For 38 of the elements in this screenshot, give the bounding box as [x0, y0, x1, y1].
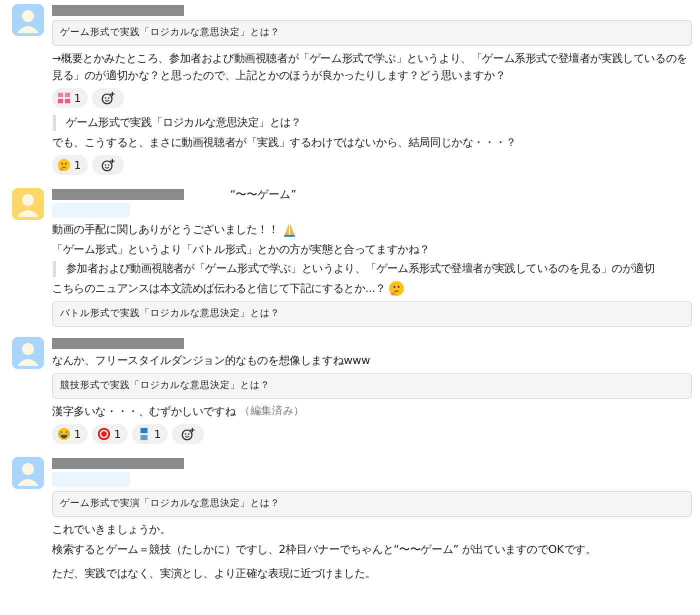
reaction-button[interactable]: 1: [52, 424, 88, 444]
message-text: 「ゲーム形式」というより「バトル形式」とかの方が実態と合ってますかね？: [52, 242, 432, 258]
emoji-icon: [57, 91, 71, 105]
edited-label: （編集済み）: [240, 404, 304, 419]
message-text: 漢字多いな・・・、むずかしいですね: [52, 404, 236, 420]
thinking-face-icon: [388, 280, 405, 297]
avatar[interactable]: [12, 4, 44, 36]
reaction-button[interactable]: 1: [92, 424, 128, 444]
add-reaction-button[interactable]: [92, 155, 124, 175]
smiley-plus-icon: [101, 91, 115, 105]
message-text: でも、こうすると、まさに動画視聴者が「実践」するわけではないから、結局同じかな・・・？: [52, 135, 518, 151]
message-text: →概要とかみたところ、参加者および動画視聴者が「ゲーム形式で学ぶ」というより、「ゲーム系形式で登壇者が実践しているのを見る」のが適切かな？と思ったので、上記とかのほうが良かったりします？どう思いますか？: [52, 51, 688, 84]
emoji-icon: [57, 427, 71, 441]
quote-text: ゲーム形式で実践「ロジカルな意思決定」とは？: [53, 115, 692, 131]
status-text: “〜〜ゲーム”: [230, 186, 296, 202]
avatar[interactable]: [12, 457, 44, 489]
emoji-icon: [57, 158, 71, 172]
reaction-button[interactable]: 1: [52, 88, 88, 108]
link-card[interactable]: ゲーム形式で実演「ロジカルな意思決定」とは？: [52, 491, 692, 517]
emoji-icon: [97, 427, 111, 441]
message-text: 検索するとゲーム＝競技（たしかに）ですし、2枠目バナーでちゃんと“〜〜ゲーム” が出ていますのでOKです。: [52, 542, 598, 558]
quote-text: 参加者および動画視聴者が「ゲーム形式で学ぶ」というより、「ゲーム系形式で登壇者が実践しているのを見る」のが適切: [53, 261, 692, 277]
message-text: これでいきましょうか。: [52, 522, 172, 538]
message-text: ただ、実践ではなく、実演とし、より正確な表現に近づけました。: [52, 566, 378, 582]
add-reaction-button[interactable]: [92, 88, 124, 108]
avatar[interactable]: [12, 188, 44, 220]
link-card[interactable]: 競技形式で実践「ロジカルな意思決定」とは？: [52, 373, 692, 399]
reaction-button[interactable]: 1: [132, 424, 168, 444]
smiley-plus-icon: [181, 427, 195, 441]
message-text: 動画の手配に関しありがとうございました！！: [52, 222, 279, 238]
add-reaction-button[interactable]: [172, 424, 204, 444]
smiley-plus-icon: [101, 158, 115, 172]
link-card[interactable]: ゲーム形式で実践「ロジカルな意思決定」とは？: [52, 20, 692, 46]
avatar[interactable]: [12, 337, 44, 369]
link-card[interactable]: バトル形式で実践「ロジカルな意思決定」とは？: [52, 301, 692, 327]
reaction-button[interactable]: 1: [52, 155, 88, 175]
message-text: なんか、フリースタイルダンジョン的なものを想像しますねwww: [52, 353, 371, 369]
message-text: こちらのニュアンスは本文読めば伝わると信じて下記にするとか...？: [52, 281, 386, 297]
